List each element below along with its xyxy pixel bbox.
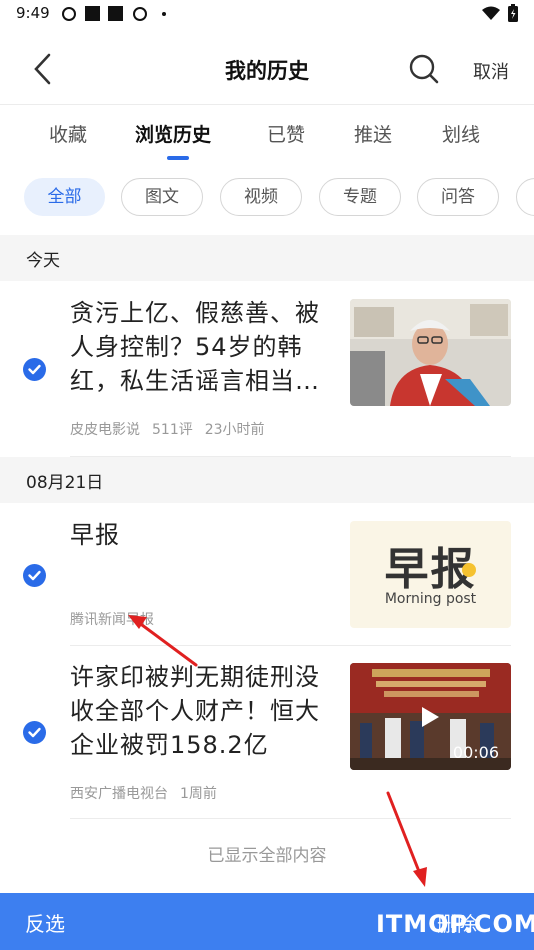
annotation-arrows — [128, 615, 427, 887]
